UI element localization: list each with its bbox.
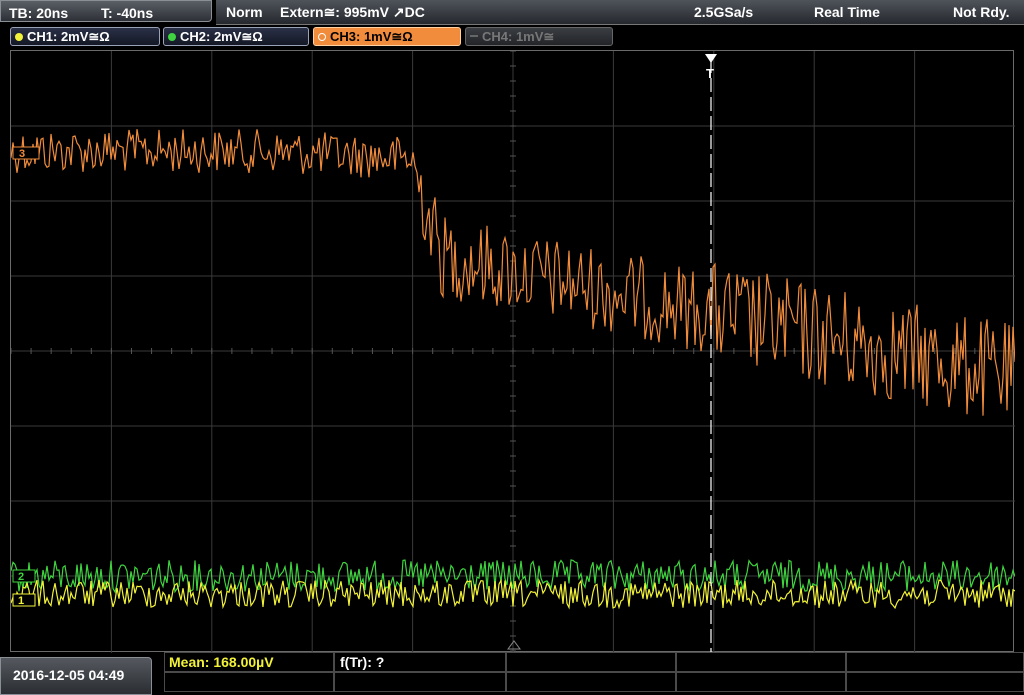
trigger-source-label: Extern≅: 995mV ↗DC	[280, 4, 425, 20]
meas-cell-7[interactable]	[334, 672, 506, 692]
datetime-box: 2016-12-05 04:49	[0, 657, 152, 695]
measurement-bar: Mean: 168.00µV f(Tr): ?	[164, 652, 1024, 695]
ch1-marker-label: 1	[18, 595, 24, 607]
channel-tab-ch4[interactable]: CH4: 1mV≅	[465, 27, 613, 46]
ch3-label: CH3: 1mV≅Ω	[330, 29, 413, 44]
ch3-ground-marker[interactable]: 3	[12, 146, 40, 160]
meas-cell-4[interactable]	[676, 652, 846, 672]
sample-rate-label: 2.5GSa/s	[694, 4, 754, 20]
meas-cell-6[interactable]	[164, 672, 334, 692]
trigger-marker-label: T	[706, 66, 714, 81]
ch3-indicator-icon	[318, 33, 326, 41]
ftr-measurement: f(Tr): ?	[340, 654, 385, 670]
meas-cell-8[interactable]	[506, 672, 676, 692]
timebase-label: TB: 20ns	[9, 5, 69, 21]
acq-mode-label: Norm	[226, 4, 263, 20]
ch4-off-icon	[470, 35, 478, 37]
status-label: Not Rdy.	[953, 4, 1010, 20]
ch2-label: CH2: 2mV≅Ω	[180, 29, 263, 44]
meas-cell-5[interactable]	[846, 652, 1024, 672]
meas-cell-10[interactable]	[846, 672, 1024, 692]
ch3-marker-label: 3	[19, 148, 25, 160]
datetime-label: 2016-12-05 04:49	[13, 667, 125, 683]
ch1-ground-marker[interactable]: 1	[12, 593, 36, 607]
channel-tab-ch3[interactable]: CH3: 1mV≅Ω	[313, 27, 461, 46]
top-status-bar: TB: 20ns T: -40ns Norm Extern≅: 995mV ↗D…	[0, 0, 1024, 25]
acq-type-label: Real Time	[814, 4, 880, 20]
waveform-svg: T 3 2 1	[11, 51, 1015, 653]
waveform-display[interactable]: T 3 2 1	[10, 50, 1015, 653]
ch2-ground-marker[interactable]: 2	[12, 569, 36, 583]
meas-cell-9[interactable]	[676, 672, 846, 692]
ch2-marker-label: 2	[18, 571, 24, 583]
ch1-label: CH1: 2mV≅Ω	[27, 29, 110, 44]
trigger-time-label: T: -40ns	[101, 5, 154, 21]
trigger-position-icon[interactable]	[705, 54, 717, 63]
center-time-marker-icon	[507, 640, 521, 650]
channel-tab-ch2[interactable]: CH2: 2mV≅Ω	[163, 27, 309, 46]
timebase-box[interactable]: TB: 20ns T: -40ns	[0, 0, 212, 22]
ch2-indicator-icon	[168, 33, 176, 41]
mean-measurement: Mean: 168.00µV	[169, 654, 274, 670]
ch4-label: CH4: 1mV≅	[482, 29, 555, 44]
channel-tab-ch1[interactable]: CH1: 2mV≅Ω	[10, 27, 160, 46]
trigger-bar[interactable]: Norm Extern≅: 995mV ↗DC 2.5GSa/s Real Ti…	[216, 0, 1024, 25]
graticule	[11, 51, 1015, 653]
ch1-indicator-icon	[15, 33, 23, 41]
meas-cell-3[interactable]	[506, 652, 676, 672]
